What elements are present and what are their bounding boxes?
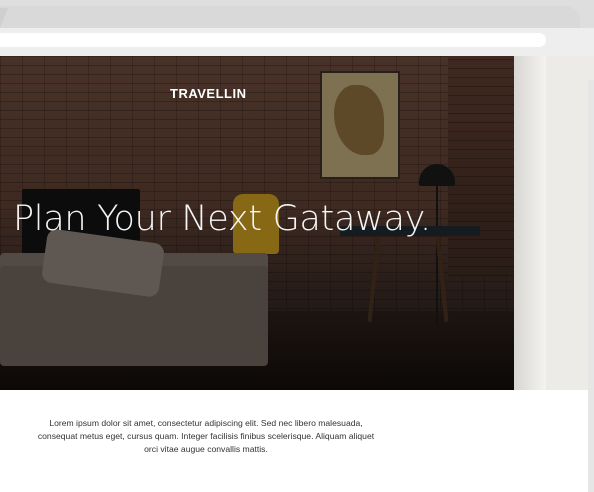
- side-panel-stripe: [514, 56, 546, 390]
- intro-paragraph: Lorem ipsum dolor sit amet, consectetur …: [37, 418, 375, 454]
- site-logo[interactable]: TRAVELLIN: [170, 86, 246, 101]
- address-bar[interactable]: [0, 33, 546, 47]
- scrollbar[interactable]: [588, 80, 594, 492]
- hero-headline: Plan Your Next Gataway.: [13, 199, 431, 239]
- browser-toolbar: [0, 28, 594, 56]
- hero-section: TRAVELLIN Plan Your Next Gataway.: [0, 56, 514, 390]
- browser-tab[interactable]: [0, 6, 580, 28]
